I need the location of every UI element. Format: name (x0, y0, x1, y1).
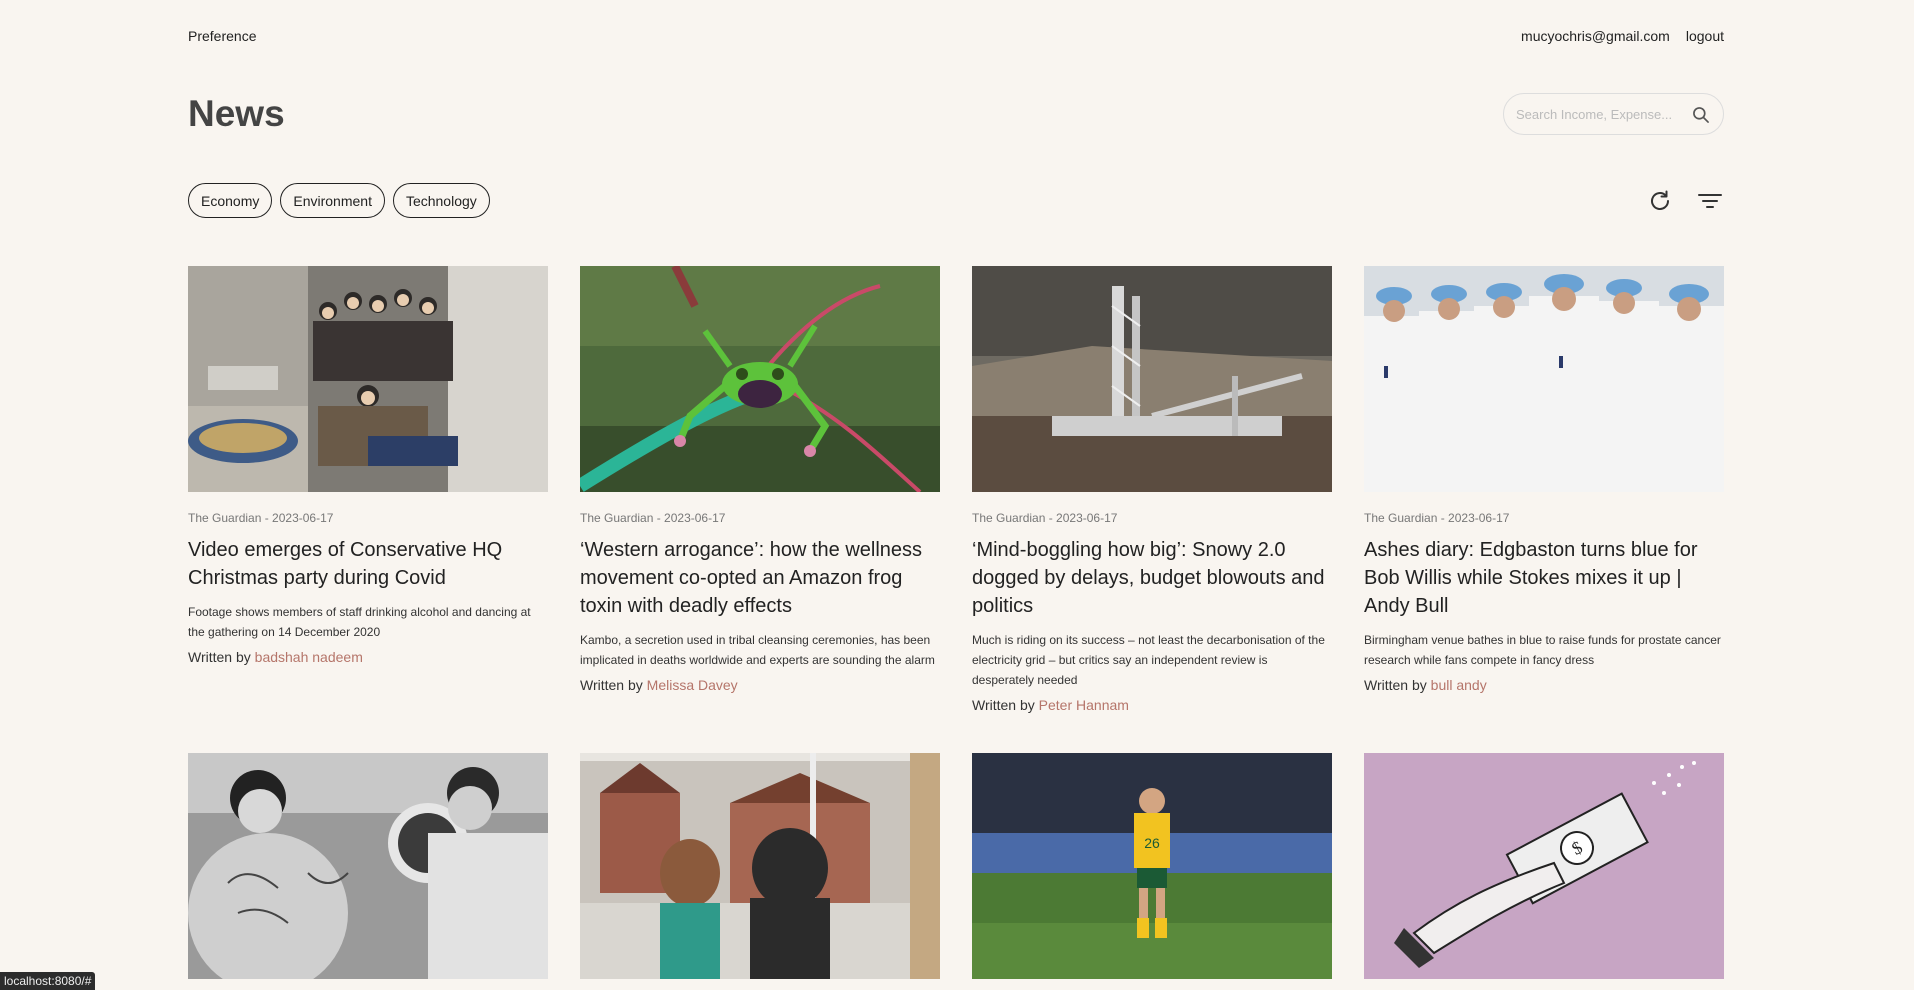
search-icon[interactable] (1691, 105, 1711, 125)
status-bar-url: localhost:8080/# (0, 972, 96, 990)
author-link[interactable]: Melissa Davey (647, 677, 738, 693)
search-box[interactable] (1503, 93, 1724, 135)
article-summary: Birmingham venue bathes in blue to raise… (1364, 633, 1721, 667)
news-image-frog[interactable] (580, 266, 940, 492)
article-headline[interactable]: ‘Western arrogance’: how the wellness mo… (580, 536, 940, 620)
author-link[interactable]: Peter Hannam (1039, 697, 1129, 713)
article-byline: Written by badshah nadeem (188, 649, 548, 665)
article-headline[interactable]: ‘Mind-boggling how big’: Snowy 2.0 dogge… (972, 536, 1332, 620)
author-link[interactable]: badshah nadeem (255, 649, 363, 665)
news-card[interactable]: The Guardian - 2023-06-17 ‘Western arrog… (580, 266, 940, 713)
toolbar (1646, 187, 1724, 215)
news-card[interactable]: The Guardian - 2023-06-17 ‘Mind-boggling… (972, 266, 1332, 713)
news-image-tattoo[interactable] (188, 753, 548, 979)
news-image-party[interactable] (188, 266, 548, 492)
category-chips: Economy Environment Technology (188, 183, 490, 218)
news-image-money-hand[interactable]: $ (1364, 753, 1724, 979)
article-meta: The Guardian - 2023-06-17 (1364, 511, 1510, 525)
top-bar: Preference mucyochris@gmail.com logout (188, 28, 1724, 48)
refresh-icon[interactable] (1646, 187, 1674, 215)
article-byline: Written by Peter Hannam (972, 697, 1332, 713)
article-summary: Kambo, a secretion used in tribal cleans… (580, 633, 935, 667)
written-by-label: Written by (972, 697, 1035, 713)
user-menu: mucyochris@gmail.com logout (1521, 28, 1724, 44)
news-card[interactable]: 26 (972, 753, 1332, 979)
search-input[interactable] (1516, 106, 1686, 122)
news-grid: The Guardian - 2023-06-17 Video emerges … (188, 266, 1724, 713)
logout-link[interactable]: logout (1686, 28, 1724, 44)
article-summary: Footage shows members of staff drinking … (188, 605, 531, 639)
article-headline[interactable]: Video emerges of Conservative HQ Christm… (188, 536, 548, 592)
news-image-dog-child[interactable] (580, 753, 940, 979)
article-meta: The Guardian - 2023-06-17 (188, 511, 334, 525)
filter-icon[interactable] (1696, 187, 1724, 215)
news-card[interactable]: $ (1364, 753, 1724, 979)
chip-environment[interactable]: Environment (280, 183, 385, 218)
svg-text:26: 26 (1144, 835, 1160, 851)
news-card[interactable] (188, 753, 548, 979)
article-byline: Written by bull andy (1364, 677, 1724, 693)
chip-economy[interactable]: Economy (188, 183, 273, 218)
news-grid-row-2: 26 $ (188, 753, 1724, 979)
news-image-football[interactable]: 26 (972, 753, 1332, 979)
user-email[interactable]: mucyochris@gmail.com (1521, 28, 1670, 44)
article-headline[interactable]: Ashes diary: Edgbaston turns blue for Bo… (1364, 536, 1724, 620)
written-by-label: Written by (1364, 677, 1427, 693)
article-meta: The Guardian - 2023-06-17 (972, 511, 1118, 525)
written-by-label: Written by (188, 649, 251, 665)
article-summary: Much is riding on its success – not leas… (972, 633, 1325, 687)
article-meta: The Guardian - 2023-06-17 (580, 511, 726, 525)
preference-link[interactable]: Preference (188, 28, 256, 44)
article-byline: Written by Melissa Davey (580, 677, 940, 693)
filter-row: Economy Environment Technology (188, 183, 1724, 219)
news-image-cricket[interactable] (1364, 266, 1724, 492)
news-card[interactable] (580, 753, 940, 979)
news-image-snowy[interactable] (972, 266, 1332, 492)
chip-technology[interactable]: Technology (392, 183, 490, 218)
title-row: News (188, 93, 1724, 141)
author-link[interactable]: bull andy (1431, 677, 1487, 693)
written-by-label: Written by (580, 677, 643, 693)
news-card[interactable]: The Guardian - 2023-06-17 Video emerges … (188, 266, 548, 713)
page-title: News (188, 93, 285, 134)
news-card[interactable]: The Guardian - 2023-06-17 Ashes diary: E… (1364, 266, 1724, 713)
